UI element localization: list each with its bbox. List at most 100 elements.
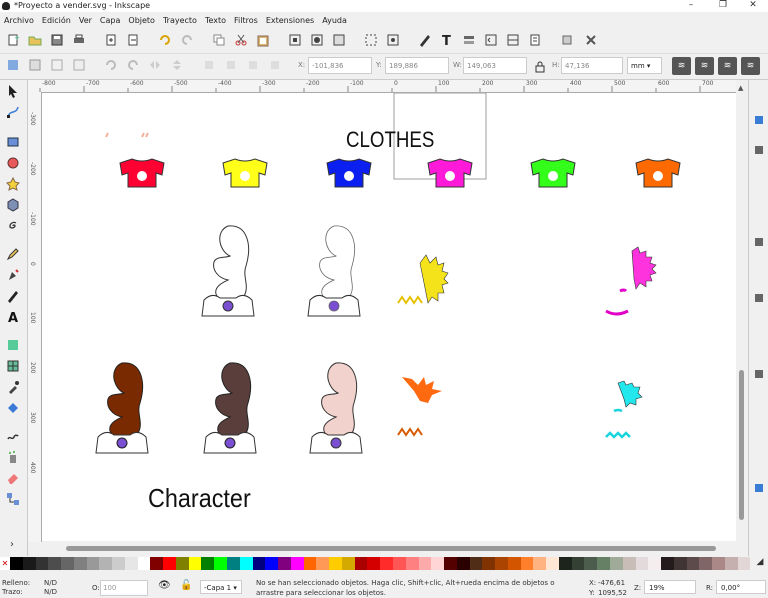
object-properties-icon[interactable] [528,33,542,47]
hair-magenta[interactable] [631,246,657,290]
lower-icon[interactable] [246,58,260,72]
eraser-tool-icon[interactable] [6,471,20,485]
color-swatch[interactable] [444,557,457,570]
move-gradients-toggle[interactable]: ≋ [718,57,737,75]
height-field[interactable]: 47,136 [561,57,623,74]
layer-lock-icon[interactable]: 🔓 [180,580,192,591]
pencil-tool-icon[interactable] [6,247,20,261]
snap-page-icon[interactable] [755,484,763,492]
layer-select[interactable]: -Capa 1 ▾ [200,580,242,594]
horizontal-scroll-thumb[interactable] [66,546,716,551]
menu-edicion[interactable]: Edición [38,13,75,28]
color-swatch[interactable] [163,557,176,570]
spiral-tool-icon[interactable] [6,219,20,233]
opacity-field[interactable]: 100 [100,580,148,596]
color-swatch[interactable] [520,557,534,570]
visibility-eye-icon[interactable]: 👁 [158,580,171,591]
color-swatch[interactable] [112,557,125,570]
menu-ver[interactable]: Ver [75,13,96,28]
zoom-field[interactable]: 19% [644,580,696,594]
scale-stroke-toggle[interactable]: ≋ [672,57,691,75]
color-swatch[interactable] [495,557,508,570]
fill-value[interactable]: N/D [44,579,57,587]
menu-texto[interactable]: Texto [201,13,230,28]
flip-horizontal-icon[interactable] [148,58,162,72]
stroke-value[interactable]: N/D [44,588,57,596]
character-outline-1[interactable] [201,225,255,317]
menu-filtros[interactable]: Filtros [230,13,262,28]
no-paint-swatch[interactable]: ✕ [0,557,10,570]
lock-icon[interactable] [533,60,547,74]
clone-icon[interactable] [386,33,400,47]
color-swatch[interactable] [265,557,279,570]
color-swatch[interactable] [354,557,368,570]
character-outline-2[interactable] [307,225,361,317]
color-swatch[interactable] [686,557,700,570]
menu-archivo[interactable]: Archivo [0,13,38,28]
color-swatch[interactable] [22,557,36,570]
color-swatch[interactable] [35,557,49,570]
menu-capa[interactable]: Capa [96,13,124,28]
minimize-button[interactable]: – [676,0,706,12]
snap-centers-icon[interactable] [755,370,763,378]
hair-cyan[interactable] [617,380,643,408]
menu-ayuda[interactable]: Ayuda [318,13,351,28]
color-swatch[interactable] [214,557,228,570]
color-swatch[interactable] [456,557,470,570]
flip-vertical-icon[interactable] [170,58,184,72]
color-swatch[interactable] [469,557,483,570]
color-swatch[interactable] [188,557,202,570]
color-swatch[interactable] [737,557,751,570]
clothes-heading[interactable]: CLOTHES [346,127,434,153]
dropper-tool-icon[interactable] [6,380,20,394]
color-swatch[interactable] [239,557,253,570]
color-swatch[interactable] [367,557,381,570]
gradient-tool-icon[interactable] [6,338,20,352]
color-swatch[interactable] [724,557,738,570]
spray-tool-icon[interactable] [6,450,20,464]
lower-bottom-icon[interactable] [268,58,282,72]
paint-bucket-tool-icon[interactable] [6,401,20,415]
color-swatch[interactable] [341,557,355,570]
align-distribute-icon[interactable] [506,33,520,47]
color-swatch[interactable] [609,557,623,570]
color-swatch[interactable] [124,557,138,570]
redo-icon[interactable] [180,33,194,47]
mouth-magenta[interactable] [605,288,629,316]
zoom-drawing-icon[interactable] [310,33,324,47]
calligraphy-tool-icon[interactable] [6,289,20,303]
color-swatch[interactable] [380,557,393,570]
paste-icon[interactable] [256,33,270,47]
layers-icon[interactable] [462,33,476,47]
copy-icon[interactable] [212,33,226,47]
shirt-orange[interactable] [635,158,681,188]
color-swatch[interactable] [699,557,713,570]
color-swatch[interactable] [10,557,23,570]
node-tool-icon[interactable] [6,105,20,119]
color-swatch[interactable] [392,557,406,570]
color-swatch[interactable] [316,557,330,570]
color-swatch[interactable] [622,557,636,570]
menu-extensiones[interactable]: Extensiones [262,13,318,28]
scroll-up-icon[interactable]: ▲ [738,84,743,92]
color-swatch[interactable] [137,557,151,570]
vertical-scroll-thumb[interactable] [739,370,744,520]
selector-tool-icon[interactable] [6,84,20,98]
color-swatch[interactable] [571,557,585,570]
color-swatch[interactable] [635,557,649,570]
character-brown[interactable] [95,362,149,454]
color-swatch[interactable] [278,557,291,570]
shirt-yellow[interactable] [222,158,268,188]
menu-trayecto[interactable]: Trayecto [159,13,201,28]
color-swatch[interactable] [558,557,572,570]
scale-corners-toggle[interactable]: ≋ [695,57,714,75]
color-swatch[interactable] [48,557,62,570]
horizontal-scrollbar[interactable] [42,543,736,555]
save-icon[interactable] [50,33,64,47]
palette-menu-icon[interactable]: ◢ [752,557,768,570]
character-pink[interactable] [309,362,363,454]
xml-editor-icon[interactable] [484,33,498,47]
color-swatch[interactable] [150,557,164,570]
snap-paths-icon[interactable] [755,294,763,302]
duplicate-icon[interactable] [364,33,378,47]
